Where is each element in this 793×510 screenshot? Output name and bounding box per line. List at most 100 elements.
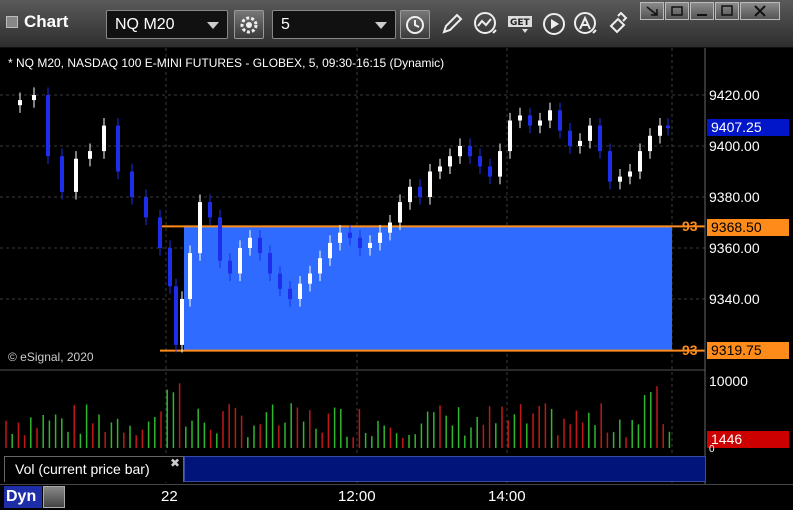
- app-title: Chart: [6, 12, 68, 32]
- price-axis-label: 9360.00: [709, 240, 760, 256]
- candle-body: [198, 202, 202, 254]
- window-button-1[interactable]: [640, 2, 664, 20]
- candle-body: [588, 125, 592, 141]
- current-price-tag: 9407.25: [707, 119, 789, 136]
- candle-body: [174, 286, 178, 345]
- chart-description: * NQ M20, NASDAQ 100 E-MINI FUTURES - GL…: [8, 56, 445, 70]
- candle-body: [398, 202, 402, 223]
- candle-body: [608, 151, 612, 182]
- chevron-down-icon: [375, 22, 387, 29]
- candle-body: [628, 171, 632, 177]
- candle-body: [508, 120, 512, 152]
- gear-icon: [240, 16, 258, 33]
- candle-body: [408, 186, 412, 203]
- candle-body: [258, 237, 262, 254]
- get-button[interactable]: GET: [506, 10, 534, 38]
- candle-body: [518, 115, 522, 121]
- toolbar: Chart NQ M20 5 GET: [0, 0, 793, 48]
- minimize-icon: [697, 14, 707, 16]
- play-icon: [543, 13, 565, 35]
- candle-body: [18, 100, 22, 106]
- chevron-down-icon: [207, 22, 219, 29]
- candle-body: [348, 232, 352, 238]
- candle-body: [328, 242, 332, 259]
- candle-body: [368, 242, 372, 248]
- symbol-selector[interactable]: NQ M20: [106, 10, 228, 39]
- volume-axis-bottom: 0: [709, 444, 715, 455]
- lower-level-label: 93: [682, 342, 698, 358]
- candle-body: [358, 237, 362, 248]
- candle-body: [478, 156, 482, 167]
- link-button[interactable]: [604, 10, 632, 38]
- lower-level-price-tag[interactable]: 9319.75: [707, 342, 789, 359]
- candle-body: [308, 273, 312, 284]
- candle-body: [488, 166, 492, 177]
- lock-icon[interactable]: [43, 486, 65, 508]
- candle-body: [228, 260, 232, 274]
- candle-body: [248, 237, 252, 248]
- interval-selector[interactable]: 5: [272, 10, 396, 39]
- candle-body: [238, 248, 242, 274]
- candle-body: [338, 232, 342, 243]
- copyright-text: © eSignal, 2020: [8, 350, 94, 364]
- candle-body: [618, 176, 622, 182]
- candle-body: [538, 120, 542, 126]
- chart-line-icon: [474, 12, 497, 34]
- candle-body: [32, 95, 36, 101]
- upper-level-label: 93: [682, 218, 698, 234]
- studies-button[interactable]: [472, 10, 500, 38]
- maximize-button[interactable]: [715, 2, 739, 20]
- candle-body: [458, 146, 462, 157]
- link-icon: [609, 12, 628, 34]
- alert-button[interactable]: [572, 10, 600, 38]
- study-close-icon[interactable]: ✖: [170, 456, 180, 470]
- candle-body: [498, 151, 502, 177]
- candle-body: [428, 171, 432, 197]
- svg-text:GET: GET: [510, 18, 531, 28]
- candle-body: [578, 140, 582, 146]
- mode-label[interactable]: Dyn: [4, 486, 42, 508]
- candle-body: [168, 248, 172, 287]
- play-button[interactable]: [540, 10, 568, 38]
- candle-body: [130, 171, 134, 197]
- candle-body: [438, 166, 442, 172]
- candle-body: [60, 156, 64, 192]
- time-axis[interactable]: [0, 484, 793, 510]
- volume-current-tag: 1446: [707, 431, 789, 448]
- candle-body: [188, 253, 192, 299]
- candle-body: [268, 253, 272, 274]
- clock-icon: [406, 15, 424, 34]
- candle-body: [638, 151, 642, 172]
- candle-body: [158, 217, 162, 248]
- highlight-band: [184, 226, 672, 351]
- candle-body: [568, 130, 572, 146]
- window-menu-icon[interactable]: [6, 16, 18, 28]
- maximize-icon: [721, 5, 733, 16]
- draw-button[interactable]: [438, 10, 466, 38]
- upper-level-price-tag[interactable]: 9368.50: [707, 219, 789, 236]
- candle-body: [548, 110, 552, 121]
- candle-body: [88, 151, 92, 159]
- minimize-button[interactable]: [690, 2, 714, 20]
- alert-a-icon: [574, 12, 597, 34]
- settings-button[interactable]: [234, 10, 264, 39]
- candle-body: [208, 202, 212, 218]
- arrow-icon: [646, 6, 658, 16]
- symbol-value: NQ M20: [115, 16, 175, 33]
- candle-body: [418, 186, 422, 197]
- study-tab-volume[interactable]: Vol (current price bar): [4, 456, 184, 482]
- study-bar[interactable]: [184, 456, 706, 482]
- app-title-text: Chart: [24, 12, 69, 31]
- candle-body: [648, 135, 652, 152]
- time-button[interactable]: [400, 10, 430, 39]
- price-chart[interactable]: [0, 48, 793, 510]
- candle-body: [180, 299, 184, 345]
- time-axis-label: 12:00: [338, 488, 376, 505]
- candle-body: [558, 110, 562, 131]
- window-button-2[interactable]: [665, 2, 689, 20]
- candle-body: [298, 283, 302, 299]
- close-button[interactable]: [740, 2, 780, 20]
- candle-body: [598, 125, 602, 152]
- candle-body: [448, 156, 452, 167]
- candle-body: [144, 197, 148, 218]
